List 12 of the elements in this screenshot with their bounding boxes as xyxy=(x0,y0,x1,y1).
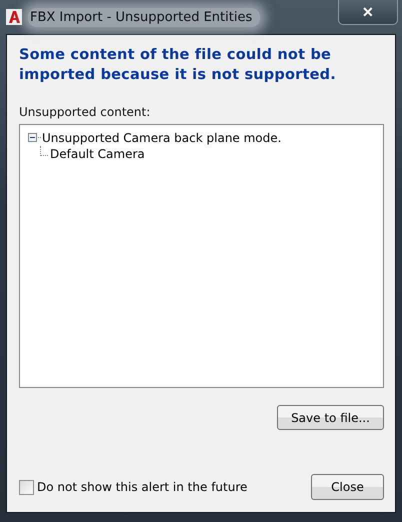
close-dialog-button[interactable]: Close xyxy=(311,474,384,500)
message-heading: Some content of the file could not be imported because it is not supported. xyxy=(19,46,337,85)
list-label: Unsupported content: xyxy=(19,105,152,119)
tree-item[interactable]: Default Camera xyxy=(50,147,145,161)
tree-item[interactable]: Unsupported Camera back plane mode. xyxy=(42,130,282,144)
window-title: FBX Import - Unsupported Entities xyxy=(28,8,260,26)
collapse-toggle[interactable] xyxy=(28,133,37,142)
checkbox-label: Do not show this alert in the future xyxy=(37,480,248,494)
save-to-file-button[interactable]: Save to file... xyxy=(277,405,384,430)
checkbox[interactable] xyxy=(19,480,34,494)
close-button[interactable]: ✕ xyxy=(338,0,398,25)
app-logo xyxy=(6,9,22,25)
